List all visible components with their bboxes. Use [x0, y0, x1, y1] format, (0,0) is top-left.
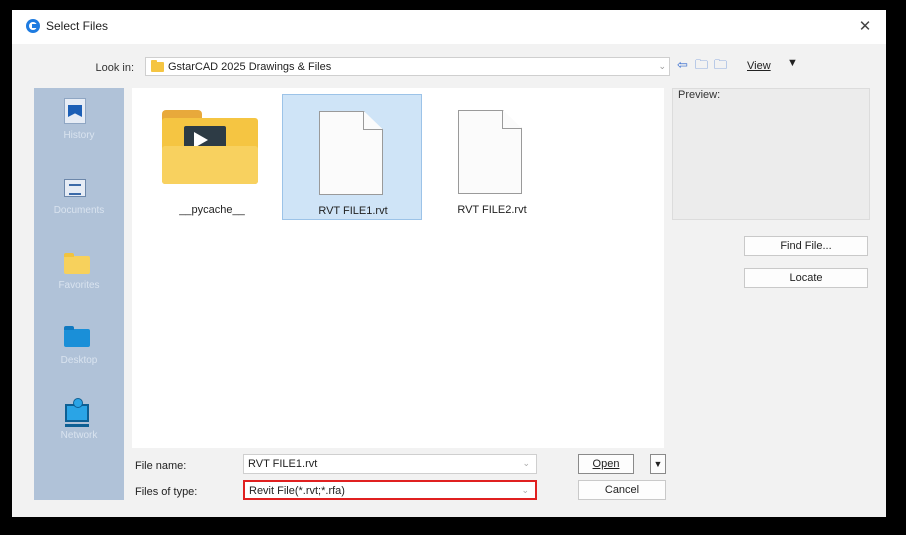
file-item-rvt-file2[interactable]: RVT FILE2.rvt — [422, 94, 562, 220]
preview-label: Preview: — [678, 89, 721, 101]
file-list: __pycache__ RVT FILE1.rvt RVT FILE2.rvt — [132, 88, 664, 448]
documents-icon — [64, 179, 86, 197]
cancel-button[interactable]: Cancel — [578, 480, 666, 500]
places-item-history[interactable]: History — [34, 88, 124, 160]
look-in-dropdown[interactable]: GstarCAD 2025 Drawings & Files ⌄ — [145, 57, 670, 76]
window-title: Select Files — [46, 19, 109, 33]
select-files-dialog: Select Files ✕ Look in: GstarCAD 2025 Dr… — [12, 10, 886, 517]
new-folder-icon[interactable]: 🗀 — [714, 56, 727, 74]
places-item-desktop[interactable]: Desktop — [34, 313, 124, 385]
files-of-type-value: Revit File(*.rvt;*.rfa) — [249, 485, 345, 497]
file-item-pycache-folder[interactable]: __pycache__ — [142, 94, 282, 220]
look-in-label: Look in: — [95, 62, 134, 74]
history-icon — [64, 98, 86, 124]
file-fold-icon — [363, 111, 383, 130]
places-bar: History Documents Favorites Desktop Netw… — [34, 88, 124, 500]
places-item-network[interactable]: Network — [34, 388, 124, 460]
gstarcad-logo-icon — [26, 19, 40, 33]
look-in-value: GstarCAD 2025 Drawings & Files — [168, 61, 332, 73]
close-icon[interactable]: ✕ — [854, 16, 876, 38]
file-name-label: File name: — [135, 460, 187, 472]
places-item-label: Network — [60, 430, 98, 441]
title-bar: Select Files ✕ — [12, 10, 886, 44]
file-name-input[interactable]: RVT FILE1.rvt ⌄ — [243, 454, 537, 474]
preview-panel — [672, 88, 870, 220]
file-name-value: RVT FILE1.rvt — [248, 458, 318, 470]
network-icon — [65, 398, 89, 427]
places-item-label: History — [63, 130, 95, 141]
file-item-name: RVT FILE1.rvt — [318, 205, 388, 217]
open-dropdown-arrow-icon[interactable]: ▼ — [650, 454, 666, 474]
chevron-down-icon: ⌄ — [522, 458, 530, 468]
chevron-down-icon: ⌄ — [658, 61, 666, 71]
find-file-button[interactable]: Find File... — [744, 236, 868, 256]
places-item-favorites[interactable]: Favorites — [34, 238, 124, 310]
places-item-label: Documents — [53, 205, 105, 216]
chevron-down-icon: ⌄ — [521, 485, 529, 495]
places-item-label: Favorites — [58, 280, 100, 291]
up-folder-icon[interactable]: 🗀 — [695, 56, 708, 74]
files-of-type-dropdown[interactable]: Revit File(*.rvt;*.rfa) ⌄ — [243, 480, 537, 500]
file-item-rvt-file1[interactable]: RVT FILE1.rvt — [282, 94, 422, 220]
places-item-label: Desktop — [60, 355, 98, 366]
folder-icon — [162, 110, 258, 184]
open-button[interactable]: Open — [578, 454, 634, 474]
places-item-documents[interactable]: Documents — [34, 163, 124, 235]
files-of-type-label: Files of type: — [135, 486, 198, 498]
file-fold-icon — [502, 110, 522, 129]
back-icon[interactable]: ⇦ — [677, 56, 688, 74]
desktop-folder-icon — [64, 326, 90, 347]
file-item-name: RVT FILE2.rvt — [457, 204, 527, 216]
view-dropdown-arrow-icon[interactable]: ▼ — [787, 57, 798, 69]
locate-button[interactable]: Locate — [744, 268, 868, 288]
favorites-folder-icon — [64, 253, 90, 274]
view-menu-button[interactable]: View — [747, 60, 771, 72]
file-item-name: __pycache__ — [179, 204, 245, 216]
folder-icon — [151, 60, 164, 72]
